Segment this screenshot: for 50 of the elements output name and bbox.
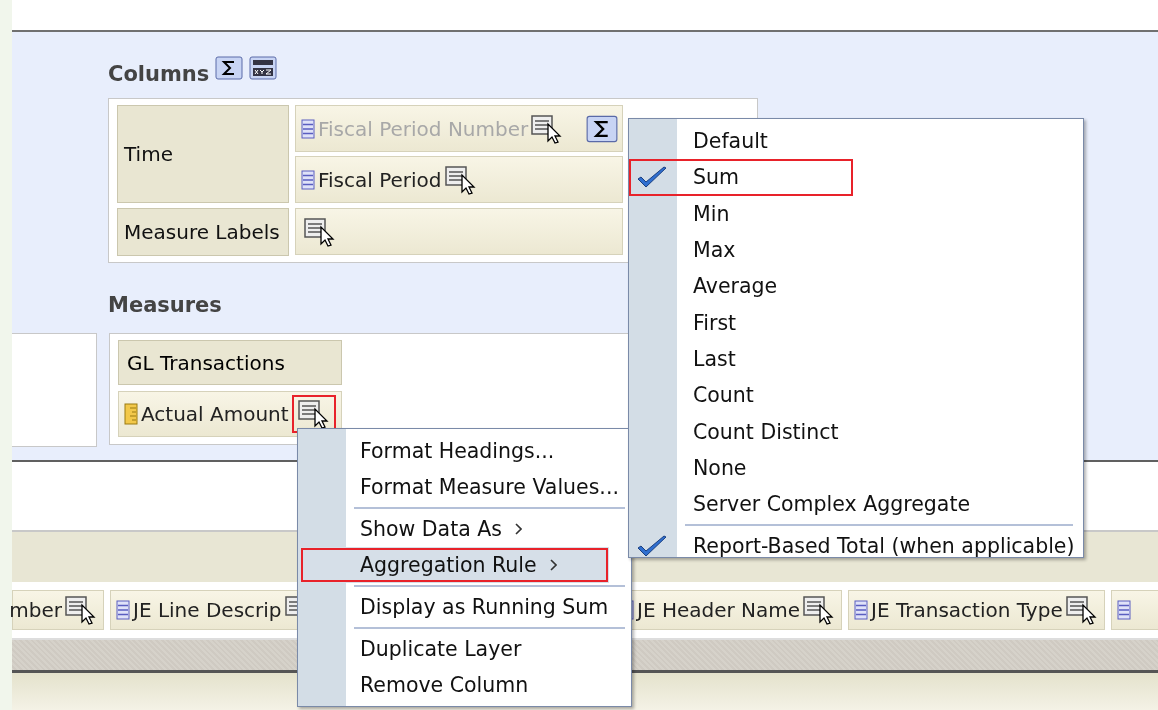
menu-item[interactable]: Average	[629, 268, 1083, 305]
field-chip[interactable]: JE Transaction Type	[848, 590, 1105, 630]
menu-cursor-icon[interactable]	[1065, 595, 1098, 625]
column-icon	[301, 168, 315, 191]
section-heading: Measures	[108, 293, 222, 319]
menu-cursor-icon[interactable]	[304, 216, 336, 247]
menu-item[interactable]: Min	[629, 195, 1083, 232]
menu-item[interactable]: Remove Column	[298, 667, 631, 703]
column-name: mber	[9, 598, 62, 622]
menu-item[interactable]: Count	[629, 377, 1083, 414]
row-label-cell: Time	[117, 105, 289, 203]
row-label-cell: Measure Labels	[117, 208, 289, 256]
column-chip[interactable]: Fiscal Period	[295, 156, 623, 203]
ruler-icon	[124, 403, 138, 425]
menu-cursor-icon[interactable]	[803, 595, 836, 625]
field-chip[interactable]	[1110, 590, 1158, 630]
menu-item[interactable]: Show Data As	[298, 511, 631, 547]
menu-item[interactable]: Aggregation Rule	[300, 547, 609, 583]
column-name: JE Line Descrip	[133, 598, 282, 622]
column-name: JE Header Name	[637, 598, 801, 622]
menu-item[interactable]: Duplicate Layer	[298, 631, 631, 667]
menu-item[interactable]: Report-Based Total (when applicable)	[629, 528, 1083, 565]
menu-item[interactable]: Default	[629, 123, 1083, 160]
column-name: Fiscal Period	[318, 167, 442, 192]
field-chip[interactable]: mber	[12, 590, 104, 630]
sigma-icon[interactable]	[215, 56, 244, 80]
menu-item[interactable]: Max	[629, 231, 1083, 269]
grid-icon[interactable]	[249, 56, 278, 80]
menu-item[interactable]: Server Complex Aggregate	[629, 485, 1083, 523]
column-icon	[854, 599, 869, 621]
menu-item[interactable]: Format Measure Values...	[298, 469, 631, 505]
table-group-label: GL Transactions	[118, 340, 342, 385]
column-name: Fiscal Period Number	[318, 116, 529, 141]
menu-item[interactable]: First	[629, 304, 1083, 341]
section-heading: Columns	[108, 62, 210, 88]
chevron-icon	[514, 523, 522, 535]
menu-item[interactable]: None	[629, 449, 1083, 486]
menu-cursor-icon[interactable]	[297, 399, 330, 429]
measure-chip[interactable]: Actual Amount	[118, 391, 342, 437]
column-icon	[301, 117, 315, 140]
chevron-icon	[548, 559, 557, 571]
column-icon	[116, 599, 130, 621]
menu-cursor-icon[interactable]	[65, 595, 97, 625]
column-name: Actual Amount	[141, 402, 289, 426]
menu-item[interactable]: Sum	[629, 159, 853, 196]
menu-item[interactable]: Last	[629, 340, 1083, 378]
menu-item[interactable]: Count Distinct	[629, 413, 1083, 450]
column-icon	[1116, 599, 1131, 621]
column-name: JE Transaction Type	[871, 598, 1063, 622]
menu-cursor-icon[interactable]	[444, 164, 477, 195]
